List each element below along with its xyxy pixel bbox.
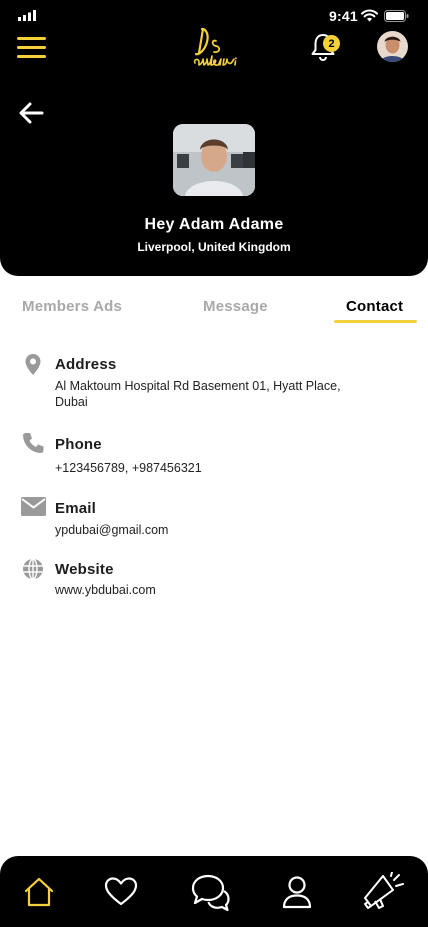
back-arrow-icon[interactable] xyxy=(18,101,44,125)
phone-value[interactable]: +123456789, +987456321 xyxy=(55,460,355,476)
website-title: Website xyxy=(55,561,114,578)
mail-icon[interactable] xyxy=(20,494,47,520)
notification-badge: 2 xyxy=(323,35,340,52)
menu-icon xyxy=(17,37,46,40)
signal-icon xyxy=(18,10,36,21)
profile-photo xyxy=(173,124,255,196)
profile-location: Liverpool, United Kingdom xyxy=(137,240,291,254)
chat-icon[interactable] xyxy=(190,872,230,912)
email-value[interactable]: ypdubai@gmail.com xyxy=(55,522,355,538)
home-icon[interactable] xyxy=(19,872,59,912)
address-title: Address xyxy=(55,356,117,373)
active-tab-indicator xyxy=(334,320,417,323)
tab-members-ads[interactable]: Members Ads xyxy=(22,298,122,315)
location-pin-icon xyxy=(25,354,41,375)
heart-icon[interactable] xyxy=(101,872,141,912)
wifi-icon xyxy=(361,9,378,22)
logo xyxy=(193,27,237,66)
address-value: Al Maktoum Hospital Rd Basement 01, Hyat… xyxy=(55,379,341,409)
megaphone-icon[interactable] xyxy=(361,872,405,912)
phone-title: Phone xyxy=(55,436,102,453)
profile-header: 9:41 2 Hey Adam Adame Liverpool, United … xyxy=(0,0,428,276)
phone-icon[interactable] xyxy=(20,430,46,456)
contact-screen: 9:41 2 Hey Adam Adame Liverpool, United … xyxy=(0,0,428,927)
profile-name: Hey Adam Adame xyxy=(144,216,284,233)
profile-photo-image xyxy=(173,124,255,196)
profile-icon[interactable] xyxy=(277,872,317,912)
tab-message[interactable]: Message xyxy=(203,298,268,315)
avatar-image xyxy=(377,31,408,62)
email-title: Email xyxy=(55,500,97,517)
battery-icon xyxy=(384,10,409,22)
tab-contact[interactable]: Contact xyxy=(346,298,403,315)
bottom-nav xyxy=(0,856,428,927)
menu-button[interactable] xyxy=(17,37,46,58)
user-avatar[interactable] xyxy=(377,31,408,62)
globe-icon[interactable] xyxy=(20,556,46,582)
status-time: 9:41 xyxy=(329,8,358,24)
website-value[interactable]: www.ybdubai.com xyxy=(55,582,355,598)
